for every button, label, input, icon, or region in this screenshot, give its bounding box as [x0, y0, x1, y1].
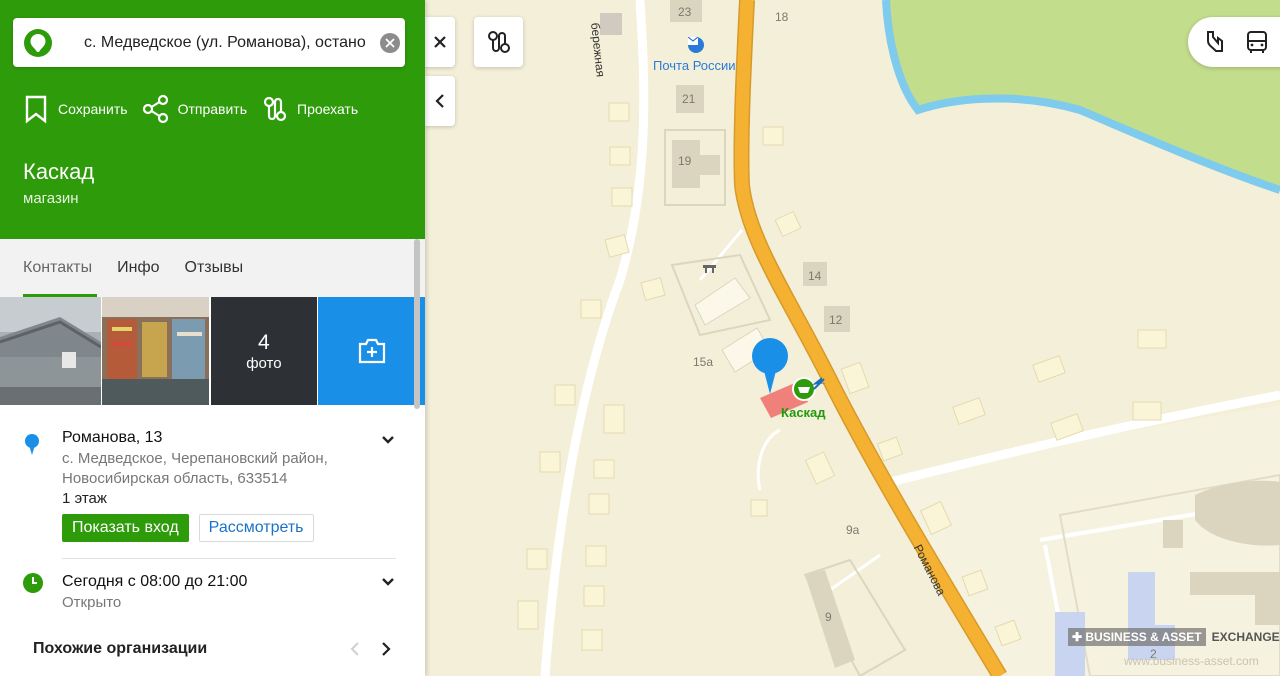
house-number: 23	[678, 5, 692, 19]
watermark-brand: ✚ BUSINESS & ASSET	[1068, 628, 1206, 646]
photo-count-label: фото	[246, 354, 282, 372]
transport-controls	[1188, 17, 1280, 67]
clear-icon	[385, 37, 395, 48]
2gis-logo-icon	[24, 28, 52, 57]
similar-orgs-title: Похожие организации	[33, 640, 208, 657]
house-number: 9а	[846, 523, 860, 537]
house-number: 21	[682, 92, 696, 106]
address-locality: с. Медведское, Черепановский район,	[62, 450, 328, 467]
house-number: 9	[825, 610, 832, 624]
traffic-button[interactable]	[1198, 27, 1228, 57]
house-number: 14	[808, 269, 822, 283]
close-panel-button[interactable]	[425, 17, 455, 67]
close-icon	[434, 36, 446, 48]
post-office-label[interactable]: Почта России	[653, 58, 736, 73]
hours-today: Сегодня с 08:00 до 21:00	[62, 573, 248, 590]
address-street: Романова, 13	[62, 429, 163, 446]
collapse-panel-button[interactable]	[425, 76, 455, 126]
share-label: Отправить	[177, 101, 247, 117]
clock-icon	[23, 573, 43, 593]
tab-reviews[interactable]: Отзывы	[185, 239, 244, 297]
photo-count: 4	[258, 330, 270, 354]
post-office-icon[interactable]	[688, 37, 704, 53]
address-buttons: Показать вход Рассмотреть	[62, 514, 425, 542]
route-icon	[263, 96, 287, 122]
location-pin-icon	[25, 434, 39, 455]
watermark: ✚ BUSINESS & ASSET EXCHANGE	[1068, 628, 1280, 646]
route-button[interactable]	[474, 17, 523, 67]
more-photos-button[interactable]: 4 фото	[210, 297, 318, 405]
clear-search-button[interactable]	[380, 32, 400, 53]
save-label: Сохранить	[58, 101, 128, 117]
address-section: Романова, 13 с. Медведское, Черепановски…	[0, 405, 425, 542]
address-floor: 1 этаж	[62, 490, 107, 507]
route-icon	[487, 31, 510, 53]
chevron-down-icon[interactable]	[381, 577, 395, 587]
watermark-exchange: EXCHANGE	[1211, 630, 1280, 644]
share-button[interactable]: Отправить	[142, 94, 247, 124]
place-card-panel: с. Медведское (ул. Романова), остано Сох…	[0, 0, 425, 676]
bookmark-icon	[25, 95, 47, 124]
chevron-right-icon[interactable]	[381, 641, 391, 657]
place-header: с. Медведское (ул. Романова), остано Сох…	[0, 0, 425, 239]
chevron-down-icon[interactable]	[381, 435, 395, 445]
chevron-left-icon[interactable]	[350, 641, 360, 657]
panel-scrollbar[interactable]	[414, 239, 420, 409]
shop-map-label[interactable]: Каскад	[781, 405, 826, 420]
route-label: Проехать	[297, 101, 359, 117]
camera-add-icon	[358, 338, 385, 364]
chevron-left-icon	[435, 94, 444, 108]
watermark-url: www.business-asset.com	[1124, 654, 1259, 668]
house-number: 12	[829, 313, 843, 327]
house-number: 15а	[693, 355, 714, 369]
place-title: Каскад	[23, 159, 95, 184]
search-input[interactable]: с. Медведское (ул. Романова), остано	[84, 34, 374, 52]
place-category: магазин	[23, 190, 79, 207]
hours-section: Сегодня с 08:00 до 21:00 Открыто	[0, 559, 425, 611]
place-actions: Сохранить Отправить Проехать	[22, 94, 372, 124]
house-number: 18	[775, 10, 789, 24]
add-photo-button[interactable]	[318, 297, 425, 405]
traffic-icon	[1207, 31, 1223, 52]
tab-contacts[interactable]: Контакты	[23, 239, 98, 297]
route-to-button[interactable]: Проехать	[261, 94, 358, 124]
photo-strip: 4 фото	[0, 297, 425, 405]
photo-thumbnail[interactable]	[0, 297, 101, 405]
share-icon	[142, 94, 168, 124]
address-region: Новосибирская область, 633514	[62, 470, 288, 487]
tab-info[interactable]: Инфо	[117, 239, 159, 297]
bus-icon	[1247, 31, 1267, 53]
photo-thumbnail[interactable]	[101, 297, 209, 405]
tab-bar: Контакты Инфо Отзывы	[0, 239, 425, 297]
bus-button[interactable]	[1242, 27, 1272, 57]
house-number: 19	[678, 154, 692, 168]
open-status: Открыто	[62, 594, 122, 611]
view-button[interactable]: Рассмотреть	[198, 514, 314, 542]
search-box[interactable]: с. Медведское (ул. Романова), остано	[13, 18, 405, 67]
show-entrance-button[interactable]: Показать вход	[62, 514, 189, 542]
save-button[interactable]: Сохранить	[22, 94, 128, 124]
